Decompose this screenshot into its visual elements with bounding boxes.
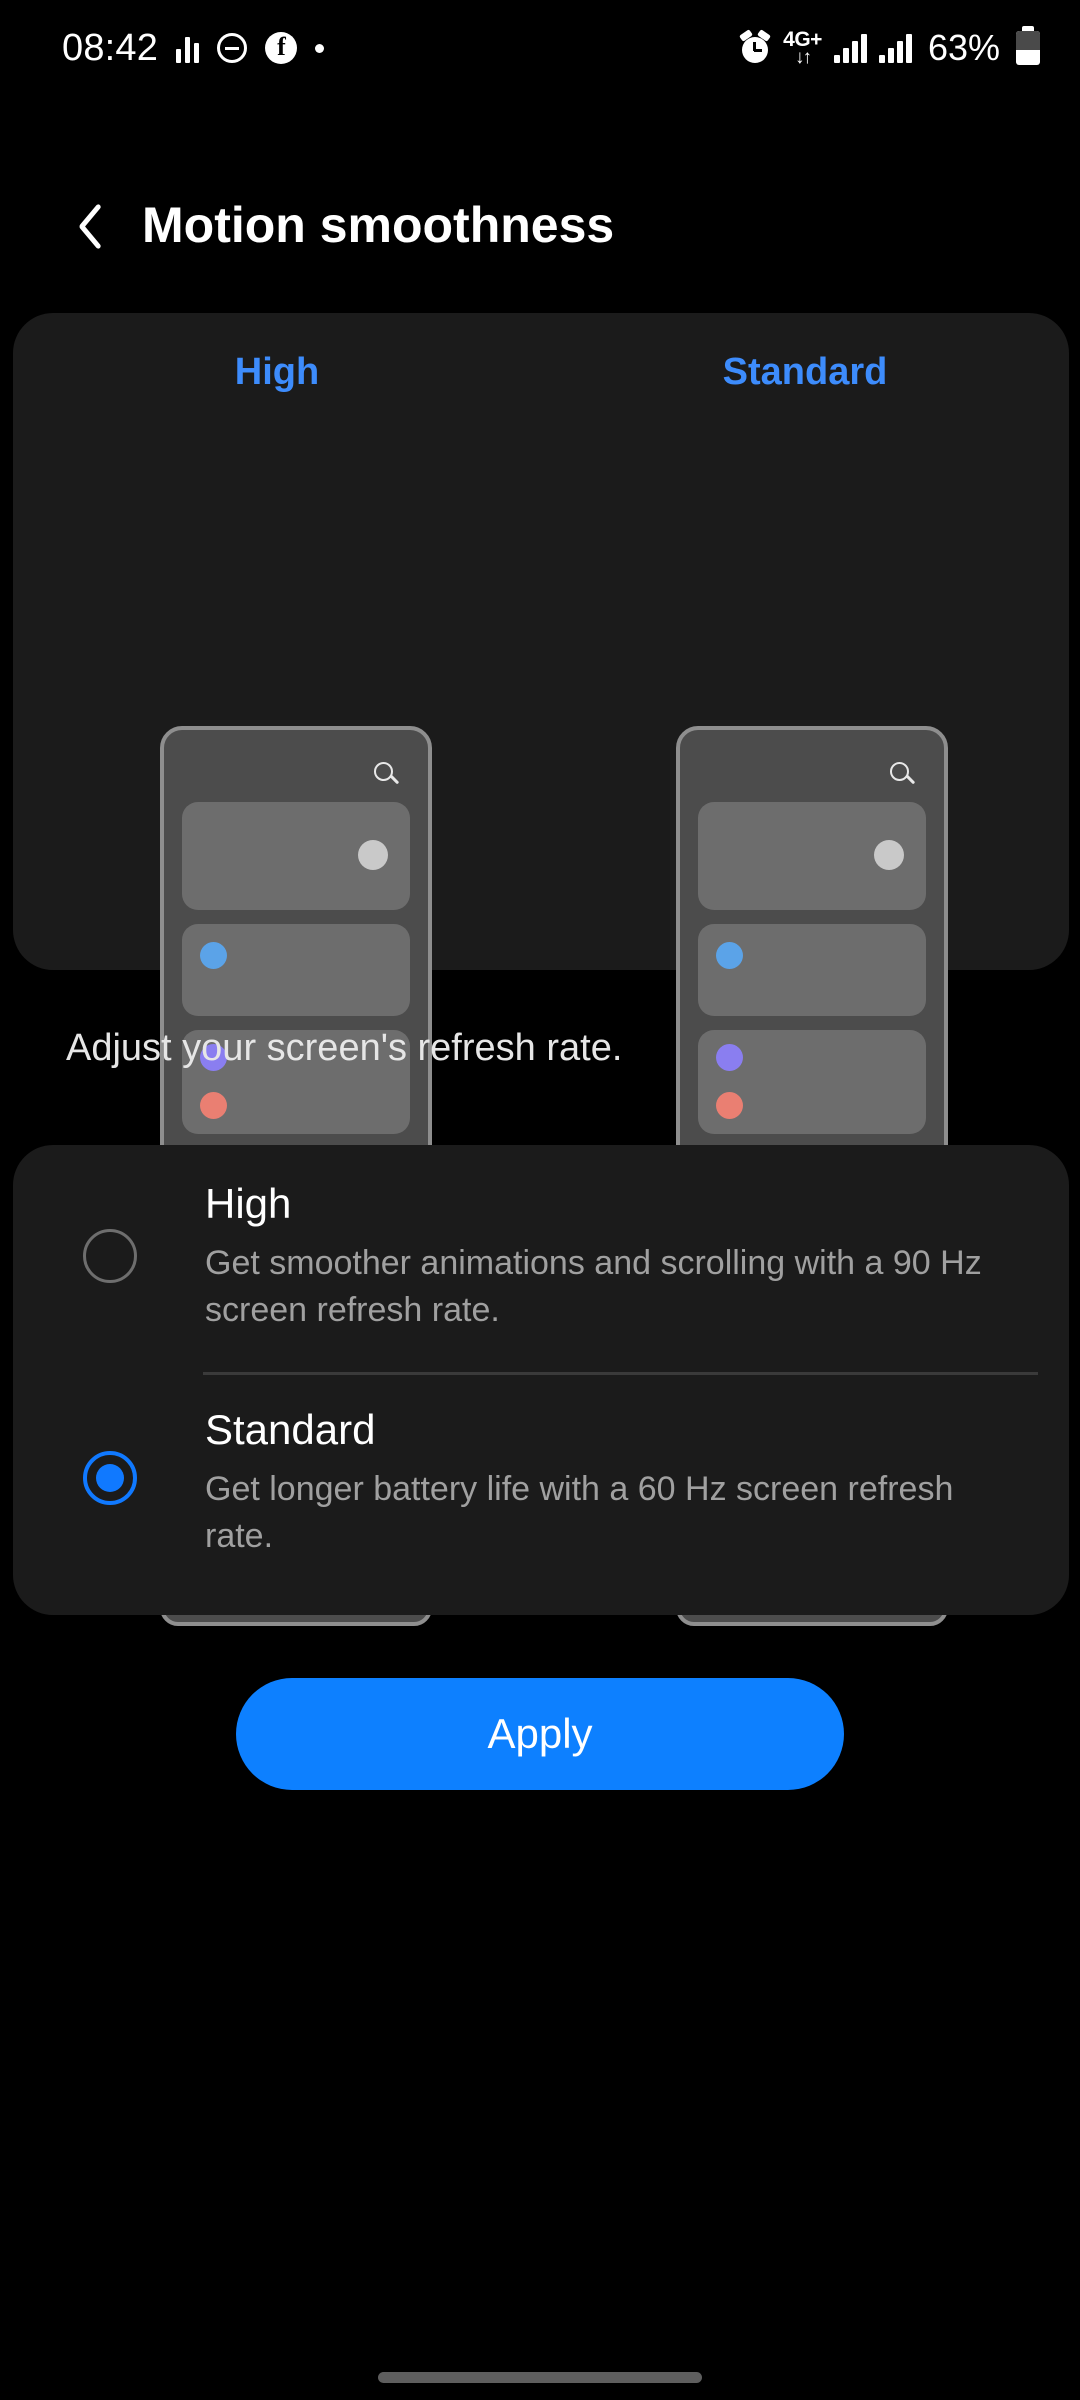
option-row-standard[interactable]: Standard Get longer battery life with a … [13, 1403, 1069, 1559]
option-text-standard: Standard Get longer battery life with a … [205, 1403, 1069, 1559]
phone-screen: 08:42 f 4G+ ↓↑ 63% Motion smoothness Hig… [0, 0, 1080, 2400]
radio-high[interactable] [83, 1229, 137, 1283]
gesture-bar[interactable] [378, 2372, 702, 2383]
radio-standard[interactable] [83, 1451, 137, 1505]
list-item [182, 802, 410, 910]
option-description-high: Get smoother animations and scrolling wi… [205, 1243, 982, 1329]
dot-salmon-icon [716, 1092, 743, 1119]
alarm-icon [739, 29, 772, 64]
dot-white-icon [874, 840, 904, 870]
preview-label-standard: Standard [722, 351, 888, 393]
dot-salmon-icon [200, 1092, 227, 1119]
option-divider [203, 1372, 1038, 1375]
description-text: Adjust your screen's refresh rate. [66, 1027, 623, 1069]
apply-button[interactable]: Apply [236, 1678, 844, 1790]
search-icon [890, 762, 916, 788]
list-item [698, 802, 926, 910]
option-description-standard: Get longer battery life with a 60 Hz scr… [205, 1469, 954, 1555]
preview-card: High Standard [13, 313, 1069, 1626]
dot-white-icon [358, 840, 388, 870]
dot-icon [315, 43, 325, 53]
page-header: Motion smoothness [0, 170, 1080, 280]
option-row-high[interactable]: High Get smoother animations and scrolli… [13, 1177, 1069, 1333]
status-bar-right: 4G+ ↓↑ 63% [739, 26, 1040, 69]
option-title-standard: Standard [205, 1406, 376, 1453]
option-title-high: High [205, 1180, 292, 1227]
facebook-glyph: f [277, 32, 286, 61]
signal-bars-sim1-icon [833, 33, 867, 63]
dot-blue-icon [200, 942, 227, 969]
network-arrows-icon: ↓↑ [795, 47, 812, 68]
dot-blue-icon [716, 942, 743, 969]
dot-purple-icon [716, 1044, 743, 1071]
preview-column-high: High [13, 313, 541, 394]
status-bar: 08:42 f 4G+ ↓↑ 63% [0, 0, 1080, 96]
search-icon [374, 762, 400, 788]
status-bar-clock: 08:42 [62, 26, 159, 69]
battery-icon [1016, 26, 1040, 65]
list-item [698, 924, 926, 1016]
option-text-high: High Get smoother animations and scrolli… [205, 1177, 1069, 1333]
preview-column-standard: Standard [541, 313, 1069, 394]
battery-percentage: 63% [927, 27, 1000, 68]
list-item [698, 1030, 926, 1134]
network-type-icon: 4G+ ↓↑ [783, 29, 822, 67]
chevron-left-icon[interactable] [62, 198, 100, 252]
facebook-icon: f [265, 32, 298, 64]
do-not-disturb-icon [217, 33, 248, 63]
signal-bars-sim2-icon [878, 33, 912, 63]
status-bar-left: 08:42 f [62, 26, 325, 70]
preview-label-high: High [234, 351, 320, 393]
options-card: High Get smoother animations and scrolli… [13, 1145, 1069, 1615]
list-item [182, 924, 410, 1016]
page-title: Motion smoothness [142, 197, 615, 253]
equalizer-icon [176, 33, 200, 63]
